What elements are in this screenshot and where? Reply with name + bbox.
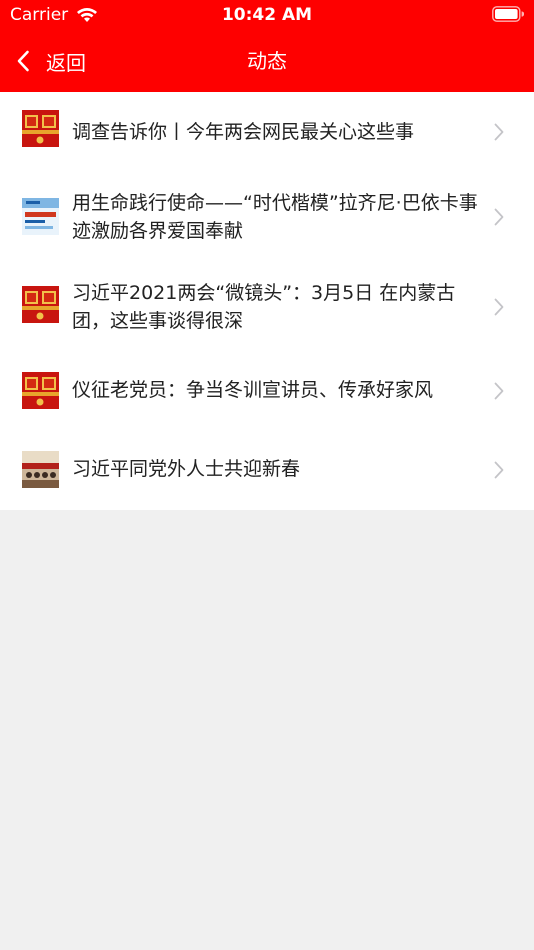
news-item-2[interactable]: 用生命践行使命——“时代楷模”拉齐尼·巴依卡事迹激励各界爱国奉献 [0, 172, 534, 262]
news-title: 用生命践行使命——“时代楷模”拉齐尼·巴依卡事迹激励各界爱国奉献 [72, 192, 478, 242]
news-title: 习近平2021两会“微镜头”：3月5日 在内蒙古团，这些事谈得很深 [72, 282, 456, 332]
status-bar: Carrier 10:42 AM [0, 0, 534, 30]
news-title: 仪征老党员：争当冬训宣讲员、传承好家风 [72, 379, 434, 401]
navigation-bar: 返回 动态 [0, 30, 534, 92]
status-time: 10:42 AM [221, 5, 313, 25]
news-list: 调查告诉你丨今年两会网民最关心这些事 用生命践行使命——“时代楷模”拉齐尼·巴依… [0, 92, 534, 510]
news-title: 习近平同党外人士共迎新春 [72, 458, 301, 480]
battery-icon [492, 6, 524, 22]
chevron-right-icon [494, 461, 504, 479]
meeting-photo-thumbnail [22, 451, 59, 488]
chevron-right-icon [494, 208, 504, 226]
news-item-1[interactable]: 调查告诉你丨今年两会网民最关心这些事 [0, 92, 534, 172]
red-banner-thumbnail [22, 286, 59, 323]
page-title: 动态 [247, 49, 287, 73]
red-banner-thumbnail [22, 372, 59, 409]
news-item-3[interactable]: 习近平2021两会“微镜头”：3月5日 在内蒙古团，这些事谈得很深 [0, 262, 534, 352]
red-banner-thumbnail [22, 110, 59, 147]
chevron-right-icon [494, 298, 504, 316]
app-screen: Carrier 10:42 AM 返回 动态 调查告诉你丨今年两会网民最关心这些… [0, 0, 534, 950]
news-item-4[interactable]: 仪征老党员：争当冬训宣讲员、传承好家风 [0, 352, 534, 430]
chevron-right-icon [494, 382, 504, 400]
news-item-5[interactable]: 习近平同党外人士共迎新春 [0, 430, 534, 510]
chevron-right-icon [494, 123, 504, 141]
news-title: 调查告诉你丨今年两会网民最关心这些事 [72, 121, 415, 143]
blue-campaign-thumbnail [22, 198, 59, 235]
